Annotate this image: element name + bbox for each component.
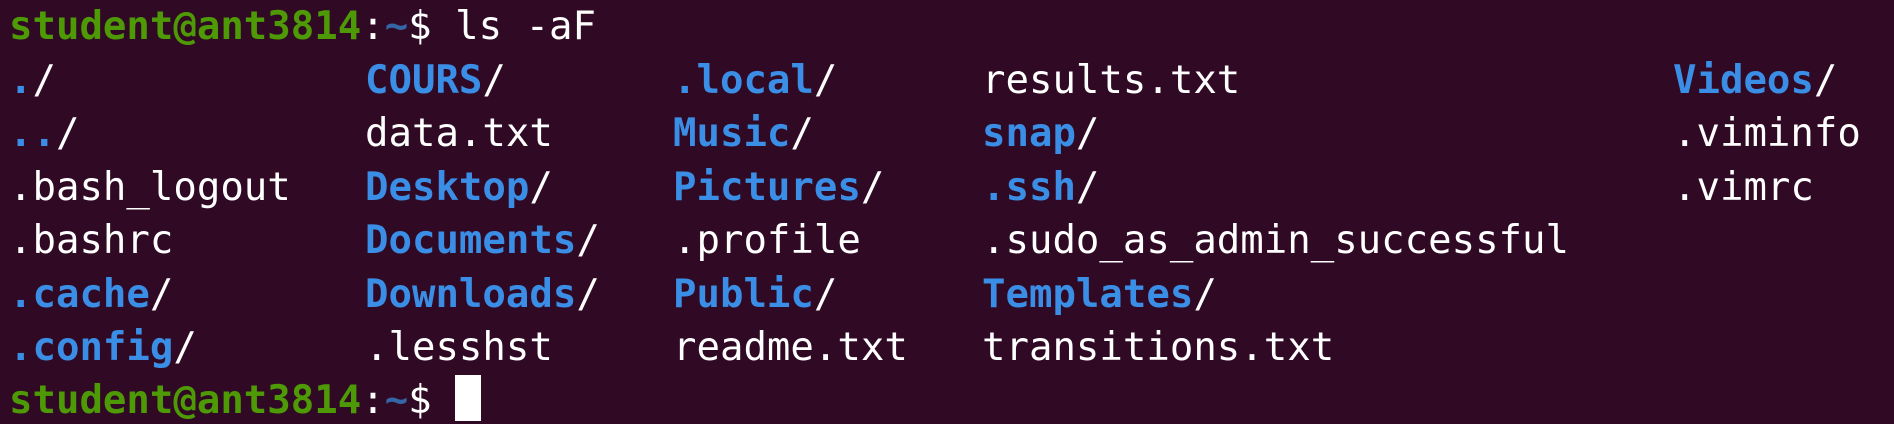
prompt-path: ~	[384, 378, 409, 423]
entry-name: .config	[9, 325, 174, 370]
directory-entry: .ssh/	[982, 161, 1099, 215]
entry-type-suffix: /	[576, 271, 600, 317]
directory-entry: .cache/	[9, 268, 173, 322]
directory-entry: Templates/	[982, 268, 1217, 322]
entry-name: .vimrc	[1673, 164, 1814, 210]
file-entry: .profile	[673, 214, 861, 268]
entry-type-suffix: /	[576, 218, 600, 263]
entry-name: Documents	[365, 218, 577, 263]
entry-type-suffix: /	[173, 325, 197, 370]
entry-name: .viminfo	[1673, 111, 1861, 156]
entry-name: readme.txt	[673, 325, 908, 370]
entry-name: Pictures	[673, 164, 861, 210]
prompt-line-1: student@ant3814:~$ ls -aF	[9, 0, 596, 54]
file-entry: data.txt	[365, 107, 553, 161]
directory-entry: Public/	[673, 268, 837, 322]
entry-name: Music	[673, 111, 791, 156]
entry-type-suffix: /	[1075, 164, 1100, 210]
entry-name: .cache	[9, 271, 150, 317]
directory-entry: Desktop/	[365, 161, 553, 215]
entry-type-suffix: /	[1075, 111, 1100, 156]
entry-type-suffix: /	[813, 271, 838, 317]
directory-entry: COURS/	[365, 54, 506, 108]
prompt-path: ~	[384, 4, 409, 49]
command-text: ls -aF	[455, 4, 597, 49]
file-entry: readme.txt	[673, 321, 908, 375]
entry-type-suffix: /	[1813, 57, 1838, 103]
entry-type-suffix: /	[149, 271, 174, 317]
file-entry: transitions.txt	[982, 321, 1334, 375]
entry-name: Videos	[1673, 57, 1814, 103]
entry-name: Templates	[982, 271, 1194, 317]
directory-entry: ./	[9, 54, 56, 108]
prompt-separator: :	[361, 378, 385, 423]
entry-name: .lesshst	[365, 325, 553, 370]
directory-entry: .local/	[673, 54, 837, 108]
entry-name: data.txt	[365, 111, 553, 156]
entry-type-suffix: /	[55, 111, 80, 156]
entry-type-suffix: /	[529, 164, 553, 210]
entry-name: .bash_logout	[9, 164, 291, 210]
entry-type-suffix: /	[482, 57, 506, 103]
file-entry: .bash_logout	[9, 161, 291, 215]
prompt-symbol: $	[408, 378, 456, 423]
directory-entry: Music/	[673, 107, 814, 161]
file-entry: .bashrc	[9, 214, 173, 268]
entry-name: results.txt	[982, 57, 1241, 103]
entry-type-suffix: /	[860, 164, 885, 210]
prompt-separator: :	[361, 4, 385, 49]
directory-entry: Pictures/	[673, 161, 884, 215]
entry-name: .local	[673, 57, 814, 103]
entry-name: Public	[673, 271, 814, 317]
entry-name: COURS	[365, 57, 483, 103]
entry-type-suffix: /	[1193, 271, 1217, 317]
entry-name: .bashrc	[9, 218, 174, 263]
directory-entry: Downloads/	[365, 268, 600, 322]
prompt-symbol: $	[408, 4, 456, 49]
entry-name: transitions.txt	[982, 325, 1335, 370]
directory-entry: snap/	[982, 107, 1099, 161]
entry-type-suffix: /	[32, 57, 56, 103]
file-entry: .viminfo	[1673, 107, 1861, 161]
entry-name: snap	[982, 111, 1076, 156]
directory-entry: Videos/	[1673, 54, 1837, 108]
directory-entry: .config/	[9, 321, 197, 375]
text-cursor	[455, 375, 482, 421]
prompt-user-host: student@ant3814	[9, 4, 362, 49]
entry-name: .profile	[673, 218, 861, 263]
entry-type-suffix: /	[790, 111, 814, 156]
directory-entry: ../	[9, 107, 79, 161]
file-entry: .sudo_as_admin_successful	[982, 214, 1569, 268]
entry-name: Desktop	[365, 164, 530, 210]
file-entry: .lesshst	[365, 321, 553, 375]
entry-name: .	[9, 57, 33, 103]
entry-name: .ssh	[982, 164, 1076, 210]
entry-name: .sudo_as_admin_successful	[982, 218, 1569, 263]
prompt-user-host: student@ant3814	[9, 378, 362, 423]
prompt-line-2[interactable]: student@ant3814:~$	[9, 374, 482, 424]
directory-entry: Documents/	[365, 214, 600, 268]
file-entry: results.txt	[982, 54, 1240, 108]
file-entry: .vimrc	[1673, 161, 1814, 215]
entry-name: ..	[9, 111, 56, 156]
entry-name: Downloads	[365, 271, 577, 317]
entry-type-suffix: /	[813, 57, 838, 103]
terminal-window[interactable]: student@ant3814:~$ ls -aF ./COURS/.local…	[0, 0, 1894, 424]
